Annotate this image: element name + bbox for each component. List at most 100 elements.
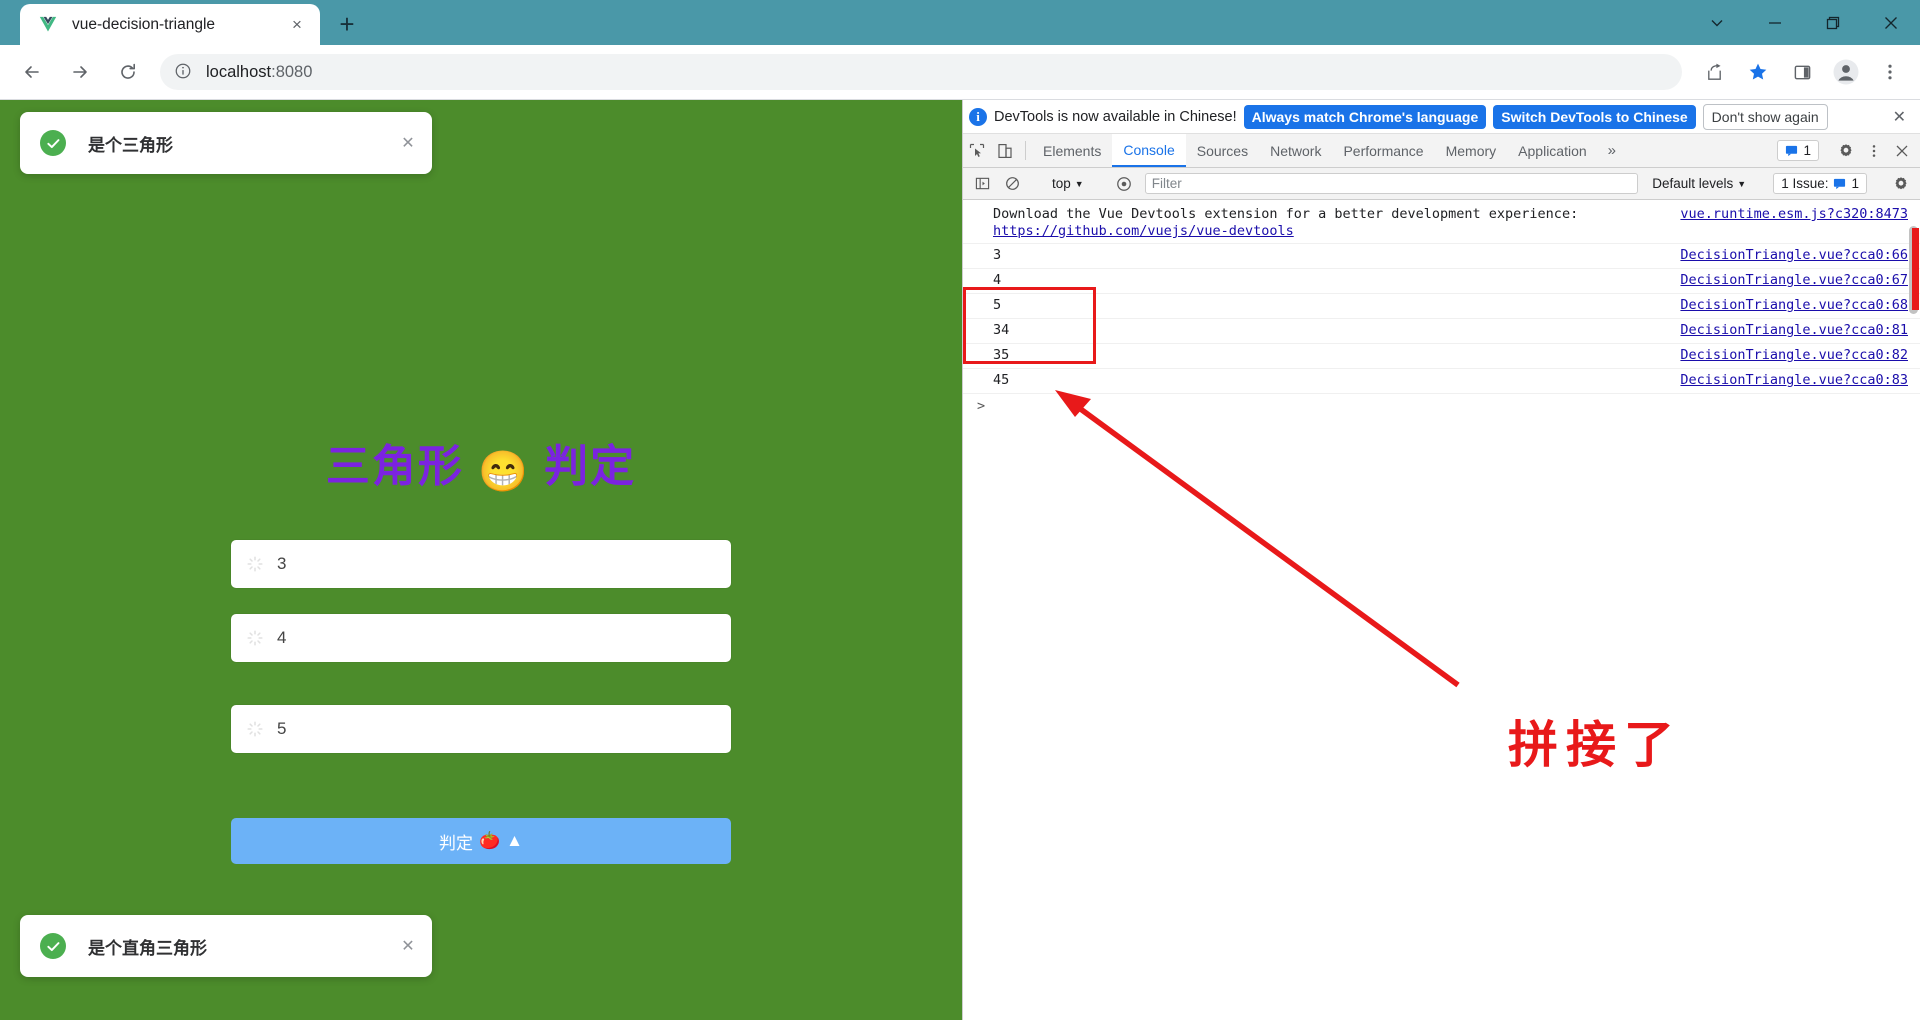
side-b-input[interactable]: 4 [231, 614, 731, 662]
close-window-button[interactable] [1862, 0, 1920, 45]
toast-notification-top[interactable]: 是个三角形 ✕ [20, 112, 432, 174]
more-tabs-icon[interactable]: » [1598, 134, 1626, 167]
execution-context-value: top [1052, 176, 1071, 191]
always-match-language-button[interactable]: Always match Chrome's language [1243, 104, 1487, 129]
console-log-row[interactable]: 45 DecisionTriangle.vue?cca0:83 [963, 369, 1920, 394]
check-circle-icon [40, 933, 66, 959]
triangle-icon: ▲ [506, 831, 523, 850]
console-log-area[interactable]: Download the Vue Devtools extension for … [963, 200, 1920, 1020]
browser-tab[interactable]: vue-decision-triangle × [20, 4, 320, 45]
dont-show-again-button[interactable]: Don't show again [1702, 103, 1828, 130]
tab-sources[interactable]: Sources [1186, 134, 1259, 167]
console-sidebar-icon[interactable] [969, 172, 995, 196]
check-circle-icon [40, 130, 66, 156]
devtools-panel: i DevTools is now available in Chinese! … [962, 100, 1920, 1020]
navigation-toolbar: localhost:8080 [0, 45, 1920, 100]
close-icon[interactable]: ✕ [398, 936, 418, 956]
log-levels-selector[interactable]: Default levels ▼ [1646, 176, 1752, 191]
kebab-menu-icon[interactable] [1871, 53, 1909, 91]
kebab-menu-icon[interactable] [1860, 144, 1888, 158]
profile-avatar-icon[interactable] [1827, 53, 1865, 91]
inspect-element-icon[interactable] [963, 134, 991, 167]
log-source-link[interactable]: DecisionTriangle.vue?cca0:81 [1662, 322, 1908, 339]
tab-performance[interactable]: Performance [1332, 134, 1434, 167]
issues-count: 1 [1851, 176, 1859, 191]
issues-counter-chip[interactable]: 1 [1777, 140, 1819, 161]
share-icon[interactable] [1695, 53, 1733, 91]
log-message: 34 [993, 322, 1010, 338]
tab-memory[interactable]: Memory [1435, 134, 1508, 167]
console-log-row[interactable]: 5 DecisionTriangle.vue?cca0:68 [963, 294, 1920, 319]
issue-message-icon [1834, 178, 1846, 190]
console-log-row[interactable]: 3 DecisionTriangle.vue?cca0:66 [963, 244, 1920, 269]
window-controls [1688, 0, 1920, 45]
log-message: 3 [993, 247, 1002, 263]
grinning-face-emoji: 😁 [478, 450, 530, 494]
banner-message: DevTools is now available in Chinese! [994, 108, 1237, 125]
tab-console[interactable]: Console [1112, 134, 1186, 167]
console-filter-bar: top ▼ Default levels ▼ 1 Issue: [963, 168, 1920, 200]
judge-button-label: 判定 [439, 833, 473, 853]
toast-notification-bottom[interactable]: 是个直角三角形 ✕ [20, 915, 432, 977]
vue-logo-icon [38, 16, 58, 34]
close-devtools-icon[interactable] [1888, 144, 1916, 158]
new-tab-button[interactable]: + [330, 7, 364, 41]
close-icon[interactable]: ✕ [398, 133, 418, 153]
chevron-down-icon: ▼ [1074, 178, 1084, 189]
side-a-value: 3 [277, 554, 287, 573]
switch-devtools-chinese-button[interactable]: Switch DevTools to Chinese [1493, 104, 1696, 129]
issues-indicator[interactable]: 1 Issue: 1 [1773, 173, 1867, 194]
execution-context-selector[interactable]: top ▼ [1046, 176, 1090, 191]
tab-network[interactable]: Network [1259, 134, 1332, 167]
minimize-button[interactable] [1746, 0, 1804, 45]
log-source-link[interactable]: DecisionTriangle.vue?cca0:82 [1662, 347, 1908, 364]
tab-elements[interactable]: Elements [1032, 134, 1112, 167]
url-port: :8080 [271, 62, 313, 81]
tab-close-icon[interactable]: × [286, 14, 308, 36]
devtools-language-banner: i DevTools is now available in Chinese! … [963, 100, 1920, 134]
gear-icon[interactable] [1832, 143, 1860, 159]
forward-arrow-icon[interactable] [59, 51, 101, 93]
log-message: Download the Vue Devtools extension for … [993, 206, 1579, 239]
log-message: 4 [993, 272, 1002, 288]
live-expression-icon[interactable] [1111, 172, 1137, 196]
tab-strip: vue-decision-triangle × + [0, 0, 1920, 45]
bookmark-star-icon[interactable] [1739, 53, 1777, 91]
console-prompt[interactable]: > [963, 394, 1920, 418]
device-toolbar-icon[interactable] [991, 134, 1019, 167]
console-filter-input[interactable] [1144, 173, 1639, 194]
tab-application[interactable]: Application [1507, 134, 1598, 167]
close-banner-icon[interactable]: ✕ [1885, 107, 1914, 127]
back-arrow-icon[interactable] [11, 51, 53, 93]
address-bar[interactable]: localhost:8080 [160, 54, 1682, 90]
side-a-input[interactable]: 3 [231, 540, 731, 588]
log-message: 5 [993, 297, 1002, 313]
log-source-link[interactable]: vue.runtime.esm.js?c320:8473 [1662, 206, 1908, 223]
side-b-value: 4 [277, 628, 287, 647]
sidepanel-icon[interactable] [1783, 53, 1821, 91]
log-source-link[interactable]: DecisionTriangle.vue?cca0:67 [1662, 272, 1908, 289]
vue-devtools-link[interactable]: https://github.com/vuejs/vue-devtools [993, 223, 1294, 239]
log-source-link[interactable]: DecisionTriangle.vue?cca0:83 [1662, 372, 1908, 389]
clear-console-icon[interactable] [999, 172, 1025, 196]
console-settings-gear-icon[interactable] [1888, 172, 1914, 196]
loading-spinner-icon [247, 721, 263, 737]
content-area: 是个三角形 ✕ 三角形 😁 判定 3 4 5 判定 🍅 ▲ 是个直角三角形 ✕ … [0, 100, 1920, 1020]
scrollbar-error-marker [1912, 228, 1919, 310]
toast-message: 是个直角三角形 [88, 938, 207, 958]
log-source-link[interactable]: DecisionTriangle.vue?cca0:68 [1662, 297, 1908, 314]
info-circle-icon[interactable] [174, 62, 194, 82]
log-levels-label: Default levels [1652, 176, 1734, 191]
reload-icon[interactable] [107, 51, 149, 93]
console-log-row[interactable]: 35 DecisionTriangle.vue?cca0:82 [963, 344, 1920, 369]
chevron-down-icon: ▼ [1737, 178, 1747, 189]
log-source-link[interactable]: DecisionTriangle.vue?cca0:66 [1662, 247, 1908, 264]
console-log-row[interactable]: 34 DecisionTriangle.vue?cca0:81 [963, 319, 1920, 344]
console-log-row[interactable]: Download the Vue Devtools extension for … [963, 200, 1920, 244]
side-c-input[interactable]: 5 [231, 705, 731, 753]
console-log-row[interactable]: 4 DecisionTriangle.vue?cca0:67 [963, 269, 1920, 294]
judge-button[interactable]: 判定 🍅 ▲ [231, 818, 731, 864]
tab-search-icon[interactable] [1688, 0, 1746, 45]
maximize-button[interactable] [1804, 0, 1862, 45]
tab-title: vue-decision-triangle [72, 15, 216, 33]
